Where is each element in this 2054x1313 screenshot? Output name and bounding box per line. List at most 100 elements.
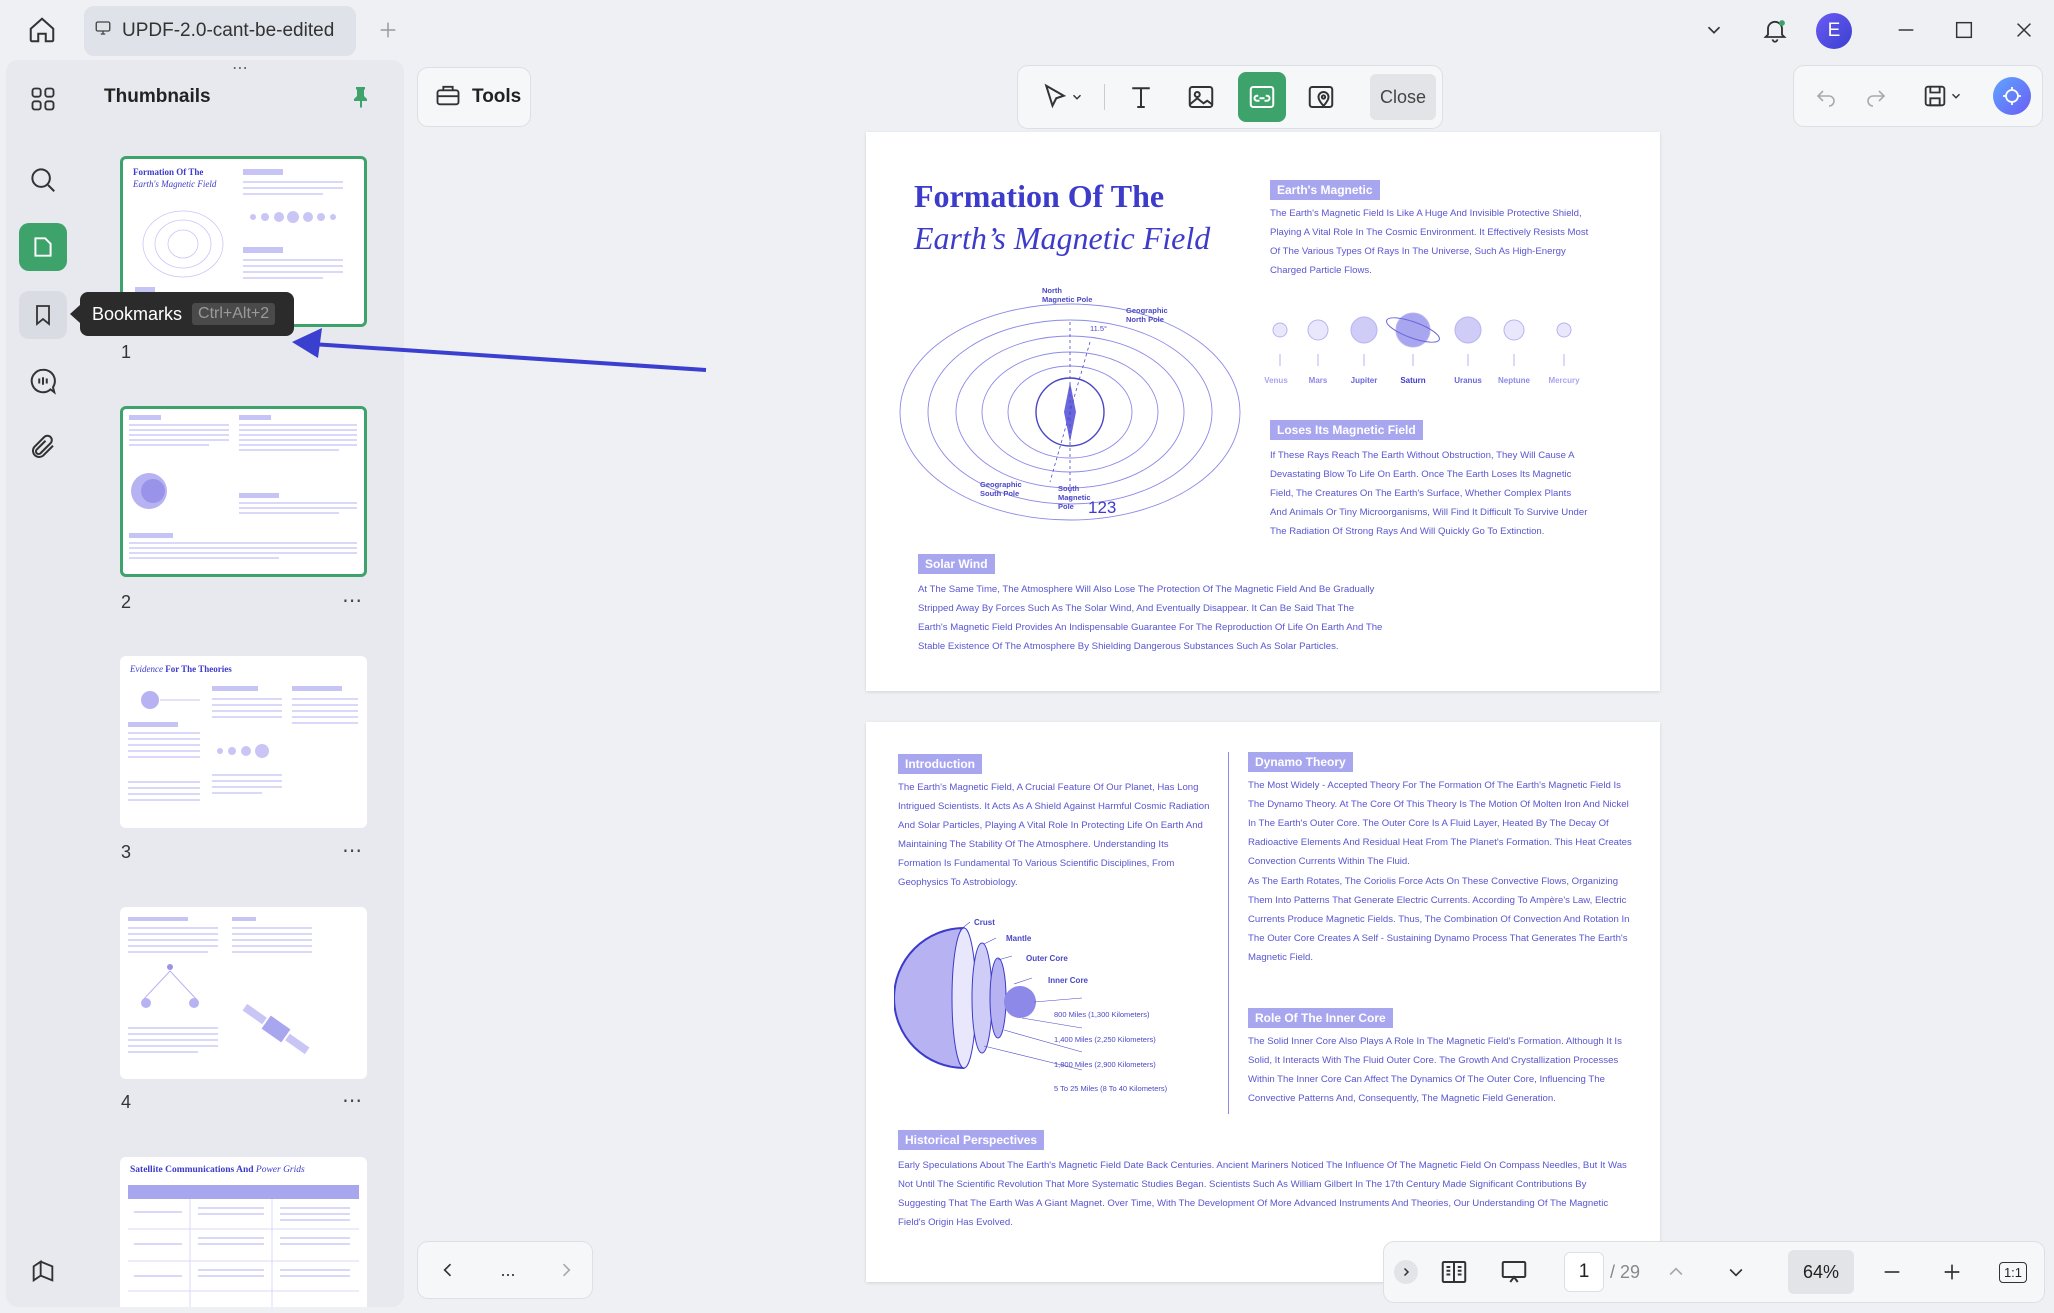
ai-assistant-icon[interactable]	[1993, 77, 2031, 115]
redo-icon[interactable]	[1856, 76, 1896, 116]
page-thumbnail-5[interactable]: Satellite Communications And Power Grids	[120, 1157, 367, 1307]
section-text: As The Earth Rotates, The Coriolis Force…	[1248, 876, 1630, 963]
distance-label: 800 Miles (1,300 Kilometers)	[1054, 1010, 1150, 1019]
presentation-icon[interactable]	[1494, 1252, 1534, 1292]
section-header: Historical Perspectives	[898, 1130, 1045, 1150]
section-text: If These Rays Reach The Earth Without Ob…	[1270, 450, 1588, 537]
section-text: The Most Widely - Accepted Theory For Th…	[1248, 780, 1632, 867]
distance-label: 1,800 Miles (2,900 Kilometers)	[1054, 1060, 1156, 1069]
section-text: The Earth's Magnetic Field, A Crucial Fe…	[898, 782, 1210, 888]
comment-icon[interactable]	[20, 358, 66, 404]
planet-label: Mars	[1308, 376, 1328, 385]
chevron-down-icon	[1073, 94, 1081, 100]
save-icon[interactable]	[1916, 76, 1968, 116]
thumbnail-number: 2	[121, 592, 132, 612]
avatar[interactable]: E	[1816, 13, 1852, 49]
chevron-down-icon	[1952, 93, 1960, 99]
thumbnail-more-button[interactable]: ⋯	[342, 838, 363, 863]
layer-label: Outer Core	[1026, 954, 1068, 963]
planets-diagram	[1272, 312, 1572, 366]
previous-icon[interactable]	[430, 1250, 466, 1290]
select-tool[interactable]	[1032, 74, 1092, 120]
document-tab[interactable]: UPDF-2.0-cant-be-edited	[84, 6, 356, 56]
section-text: At The Same Time, The Atmosphere Will Al…	[918, 584, 1383, 652]
north-magnetic-pole-label: North Magnetic Pole	[1042, 286, 1093, 304]
section-header: Loses Its Magnetic Field	[1270, 420, 1423, 440]
close-window-icon[interactable]	[2008, 14, 2040, 46]
next-page-icon[interactable]	[1718, 1252, 1754, 1292]
search-icon[interactable]	[20, 157, 66, 203]
planet-label: Venus	[1264, 376, 1288, 385]
zoom-in-icon[interactable]	[1934, 1252, 1970, 1292]
link-tool-icon[interactable]	[1238, 72, 1286, 122]
column-divider	[1228, 752, 1229, 1114]
layer-label: Mantle	[1006, 934, 1032, 943]
page-number-input[interactable]: 1	[1564, 1252, 1604, 1292]
section-header: Dynamo Theory	[1248, 752, 1353, 772]
page-thumbnail-2[interactable]	[120, 406, 367, 577]
tooltip-shortcut: Ctrl+Alt+2	[192, 303, 276, 325]
tooltip-label: Bookmarks	[92, 303, 183, 324]
close-edit-button[interactable]: Close	[1370, 74, 1436, 120]
thumb-content	[128, 1185, 359, 1307]
page-subtitle: Earth’s Magnetic Field	[914, 220, 1211, 256]
page-thumbnail-3[interactable]: Evidence For The Theories	[120, 656, 367, 828]
previous-page-icon[interactable]	[1658, 1252, 1694, 1292]
undo-icon[interactable]	[1806, 76, 1846, 116]
page-thumbnail-4[interactable]	[120, 907, 367, 1079]
tab-title: UPDF-2.0-cant-be-edited	[122, 20, 335, 41]
maximize-icon[interactable]	[1948, 14, 1980, 46]
zoom-level[interactable]: 64%	[1788, 1250, 1854, 1294]
thumbnail-number: 4	[121, 1092, 132, 1112]
more-button[interactable]: ...	[488, 1250, 528, 1290]
section-header: Introduction	[898, 754, 982, 774]
text-tool-icon[interactable]	[1118, 74, 1164, 120]
overlay-number: 123	[1088, 498, 1117, 517]
pin-icon[interactable]	[344, 80, 378, 114]
thumbnail-number: 3	[121, 842, 132, 862]
next-icon[interactable]	[548, 1250, 584, 1290]
tools-label: Tools	[472, 86, 522, 107]
thumb-content	[128, 917, 312, 1055]
chevron-down-icon[interactable]	[1698, 14, 1730, 46]
thumbnail-number: 1	[121, 342, 132, 362]
distance-label: 5 To 25 Miles (8 To 40 Kilometers)	[1054, 1084, 1168, 1093]
planet-label: Jupiter	[1350, 376, 1378, 385]
planet-label: Saturn	[1400, 376, 1426, 385]
panel-title: Thumbnails	[104, 86, 211, 107]
toolbar-divider	[1104, 84, 1105, 110]
image-tool-icon[interactable]	[1178, 74, 1224, 120]
section-header: Role Of The Inner Core	[1248, 1008, 1393, 1028]
planet-label: Neptune	[1498, 376, 1530, 385]
page-total: / 29	[1610, 1262, 1641, 1282]
south-magnetic-pole-label: South Magnetic Pole	[1058, 484, 1091, 511]
layer-label: Inner Core	[1048, 976, 1089, 985]
section-text: The Solid Inner Core Also Plays A Role I…	[1248, 1036, 1622, 1104]
geographic-north-pole-label: Geographic North Pole	[1126, 306, 1168, 324]
angle-label: 11.5°	[1090, 324, 1108, 333]
actual-size-button[interactable]: 1:1	[1994, 1254, 2032, 1290]
apps-grid-icon[interactable]	[20, 76, 66, 122]
layers-icon[interactable]	[20, 1248, 66, 1294]
new-tab-icon[interactable]	[374, 14, 402, 46]
section-header: Solar Wind	[918, 554, 995, 574]
distance-label: 1,400 Miles (2,250 Kilometers)	[1054, 1035, 1156, 1044]
home-icon[interactable]	[22, 12, 62, 48]
thumbnail-more-button[interactable]: ⋯	[342, 588, 363, 613]
bookmark-icon[interactable]	[19, 291, 67, 339]
expand-icon[interactable]	[1394, 1260, 1418, 1284]
tools-button[interactable]: Tools	[418, 68, 530, 126]
location-link-icon[interactable]	[1298, 74, 1344, 120]
attachment-icon[interactable]	[20, 424, 66, 470]
notification-bell-icon[interactable]	[1757, 12, 1793, 48]
resize-handle[interactable]: ⋯	[232, 58, 250, 78]
zoom-out-icon[interactable]	[1874, 1252, 1910, 1292]
minimize-icon[interactable]	[1890, 14, 1922, 46]
page-layout-icon[interactable]	[1434, 1252, 1474, 1292]
document-page-1: Formation Of The Earth’s Magnetic Field …	[866, 132, 1660, 691]
planet-label: Mercury	[1548, 376, 1580, 385]
thumbnail-more-button[interactable]: ⋯	[342, 1088, 363, 1113]
thumbnails-icon[interactable]	[19, 223, 67, 271]
monitor-icon	[94, 19, 112, 43]
section-text: Early Speculations About The Earth's Mag…	[898, 1160, 1627, 1228]
